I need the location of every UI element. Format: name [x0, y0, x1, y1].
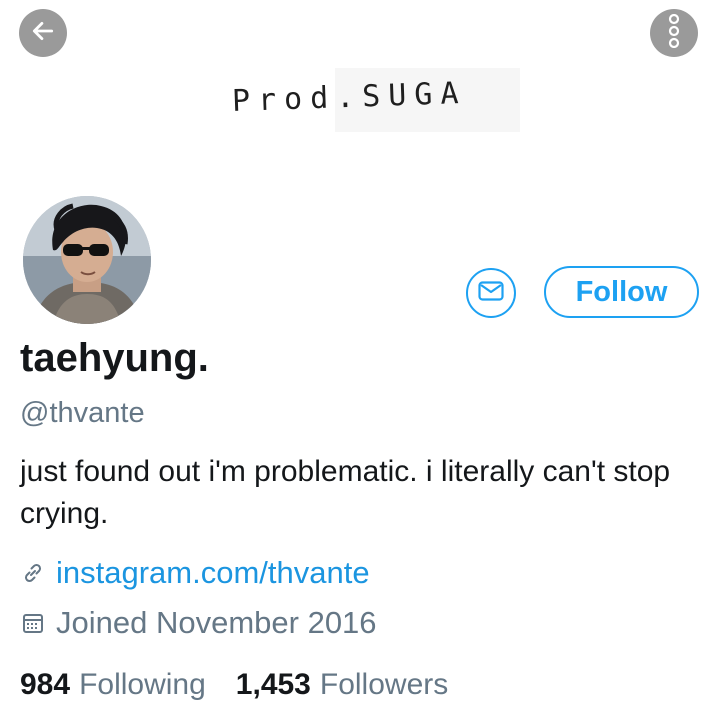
avatar[interactable] [18, 191, 156, 329]
followers-count: 1,453 [235, 668, 311, 701]
profile-link[interactable]: instagram.com/thvante [56, 555, 370, 591]
display-name: taehyung. [20, 336, 209, 380]
following-count: 984 [20, 668, 71, 701]
handle: @thvante [20, 397, 145, 429]
message-button[interactable] [466, 268, 516, 318]
envelope-icon [478, 280, 504, 306]
join-date: Joined November 2016 [56, 605, 377, 640]
back-button[interactable] [19, 9, 67, 57]
avatar-photo [23, 196, 151, 324]
following-stat[interactable]: 984 Following [20, 668, 206, 702]
header-banner: Prod.SUGA [0, 0, 720, 190]
followers-label: Followers [319, 668, 449, 701]
more-options-button[interactable] [650, 9, 698, 57]
follow-button[interactable]: Follow [544, 266, 699, 318]
join-date-row: Joined November 2016 [20, 605, 377, 641]
more-vertical-icon [667, 13, 681, 53]
calendar-icon [20, 610, 46, 636]
profile-link-row: instagram.com/thvante [20, 555, 370, 591]
following-label: Following [79, 668, 206, 701]
bio: just found out i'm problematic. i litera… [20, 455, 671, 530]
link-icon [20, 560, 46, 586]
arrow-left-icon [30, 18, 56, 49]
followers-stat[interactable]: 1,453 Followers [236, 668, 448, 702]
stats-row: 984 Following 1,453 Followers [20, 668, 448, 702]
